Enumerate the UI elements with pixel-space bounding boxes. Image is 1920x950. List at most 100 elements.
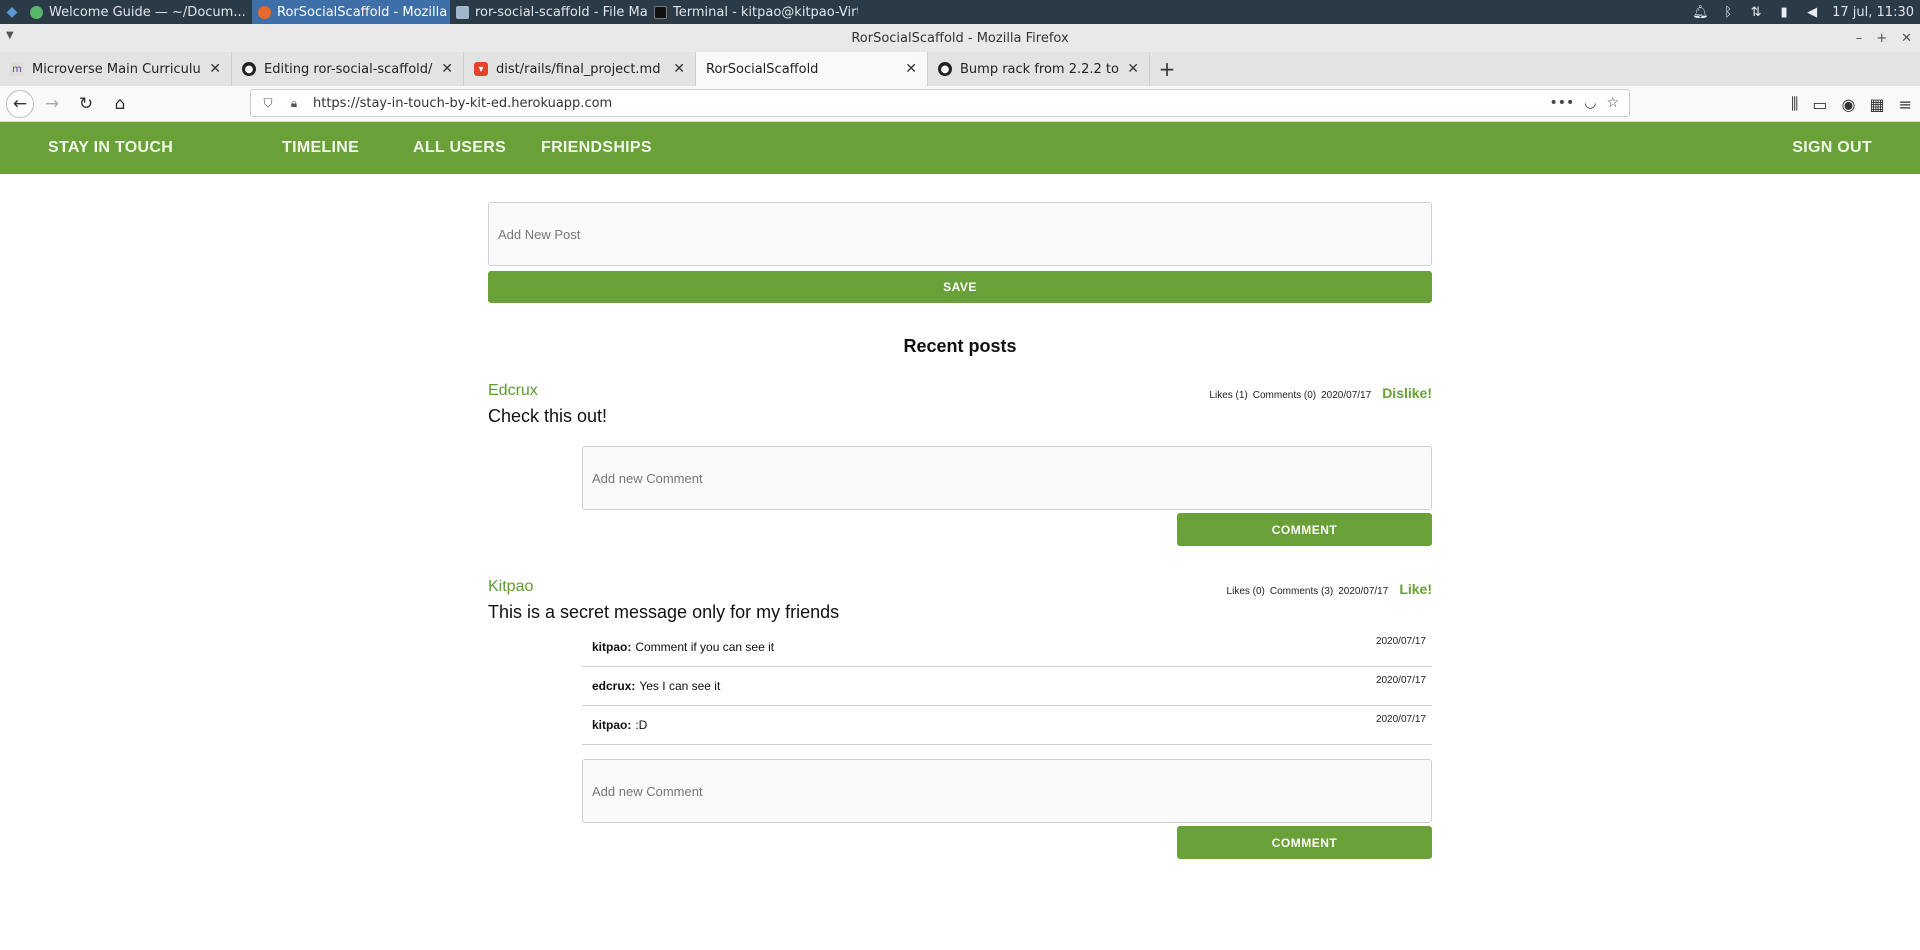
hamburger-menu-icon[interactable]: ≡ <box>1899 95 1912 114</box>
window-titlebar: ▼ RorSocialScaffold - Mozilla Firefox – … <box>0 24 1920 52</box>
comment-row: kitpao: :D 2020/07/17 <box>582 706 1432 745</box>
tab-gitlab[interactable]: ▾ dist/rails/final_project.md · m ✕ <box>464 52 696 86</box>
clock[interactable]: 17 jul, 11:30 <box>1832 5 1914 20</box>
window-menu-icon[interactable]: ▼ <box>6 30 14 41</box>
brand-link[interactable]: STAY IN TOUCH <box>48 139 173 157</box>
network-icon[interactable]: ⇅ <box>1748 5 1764 20</box>
post-author-link[interactable]: Edcrux <box>488 382 538 400</box>
browser-navbar: ← → ↻ ⌂ ⛉ 🔒︎ https://stay-in-touch-by-ki… <box>0 86 1920 122</box>
tab-label: Bump rack from 2.2.2 to 2. <box>960 61 1120 77</box>
post-card: Kitpao Likes (0) Comments (3) 2020/07/17… <box>488 578 1432 878</box>
nav-all-users[interactable]: ALL USERS <box>413 139 506 157</box>
volume-icon[interactable]: ◀︎ <box>1804 5 1820 20</box>
post-meta: Likes (0) Comments (3) 2020/07/17 Like! <box>1227 581 1432 597</box>
terminal-icon <box>654 5 667 19</box>
bluetooth-icon[interactable]: ᛒ <box>1720 5 1736 20</box>
back-arrow-icon[interactable]: ← <box>6 89 34 118</box>
close-tab-icon[interactable]: ✕ <box>673 61 685 77</box>
new-post-input[interactable]: Add New Post <box>488 202 1432 266</box>
likes-count: Likes (1) <box>1209 390 1248 401</box>
comment-button[interactable]: COMMENT <box>1177 513 1432 546</box>
comment-row: edcrux: Yes I can see it 2020/07/17 <box>582 667 1432 706</box>
extensions-icon[interactable]: ▦ <box>1869 95 1884 114</box>
sign-out-link[interactable]: SIGN OUT <box>1792 139 1872 157</box>
gitlab-icon: ▾ <box>474 62 488 76</box>
home-icon[interactable]: ⌂ <box>104 90 136 118</box>
tab-microverse[interactable]: m Microverse Main Curriculum ✕ <box>0 52 232 86</box>
comment-button[interactable]: COMMENT <box>1177 826 1432 859</box>
close-tab-icon[interactable]: ✕ <box>1127 61 1139 77</box>
tab-github-bump-rack[interactable]: ● Bump rack from 2.2.2 to 2. ✕ <box>928 52 1150 86</box>
taskbar-task-firefox[interactable]: RorSocialScaffold - Mozilla Fi... <box>252 0 450 24</box>
taskbar-task-label: ror-social-scaffold - File Man... <box>475 4 648 20</box>
comment-date: 2020/07/17 <box>1375 636 1426 647</box>
library-icon[interactable]: ⫼ <box>1791 94 1798 114</box>
taskbar-task-label: Terminal - kitpao@kitpao-Virt... <box>673 4 858 20</box>
taskbar-task-atom[interactable]: Welcome Guide — ~/Docum... <box>24 0 252 24</box>
system-tray: 🔔︎ ᛒ ⇅ ▮ ◀︎ 17 jul, 11:30 <box>1692 0 1914 24</box>
new-tab-plus-icon[interactable]: + <box>1150 52 1184 86</box>
battery-icon[interactable]: ▮ <box>1776 5 1792 20</box>
comment-text: Comment if you can see it <box>635 640 775 654</box>
start-menu-icon[interactable]: ◆ <box>0 0 24 24</box>
window-title: RorSocialScaffold - Mozilla Firefox <box>851 30 1069 46</box>
recent-posts-heading: Recent posts <box>903 336 1017 356</box>
firefox-icon <box>258 5 271 19</box>
atom-icon <box>30 5 43 19</box>
url-bar[interactable]: ⛉ 🔒︎ https://stay-in-touch-by-kit-ed.her… <box>250 89 1630 117</box>
close-window-icon[interactable]: ✕ <box>1901 31 1912 46</box>
post-card: Edcrux Likes (1) Comments (0) 2020/07/17… <box>488 382 1432 562</box>
tab-label: Editing ror-social-scaffold/RE <box>264 61 434 77</box>
like-button[interactable]: Like! <box>1399 581 1432 597</box>
dislike-button[interactable]: Dislike! <box>1382 385 1432 401</box>
folder-icon <box>456 5 469 19</box>
comment-row: kitpao: Comment if you can see it 2020/0… <box>582 628 1432 667</box>
forward-arrow-icon[interactable]: → <box>36 90 68 118</box>
page-actions-icon[interactable]: ••• <box>1549 95 1574 111</box>
bookmark-star-icon[interactable]: ☆ <box>1606 95 1619 111</box>
microverse-icon: m <box>10 62 24 76</box>
notification-bell-icon[interactable]: 🔔︎ <box>1692 5 1709 20</box>
post-date: 2020/07/17 <box>1321 390 1372 401</box>
tab-rorsocialscaffold[interactable]: RorSocialScaffold ✕ <box>696 52 928 86</box>
pocket-icon[interactable]: ◡ <box>1584 95 1596 111</box>
tab-github-editing[interactable]: ● Editing ror-social-scaffold/RE ✕ <box>232 52 464 86</box>
tab-label: dist/rails/final_project.md · m <box>496 61 665 77</box>
comments-count: Comments (0) <box>1252 390 1317 401</box>
url-text[interactable]: https://stay-in-touch-by-kit-ed.herokuap… <box>313 96 1549 111</box>
os-taskbar: ◆ Welcome Guide — ~/Docum... RorSocialSc… <box>0 0 1920 24</box>
taskbar-task-label: Welcome Guide — ~/Docum... <box>49 4 246 20</box>
reload-icon[interactable]: ↻ <box>70 90 102 118</box>
taskbar-task-label: RorSocialScaffold - Mozilla Fi... <box>277 4 450 20</box>
close-tab-icon[interactable]: ✕ <box>441 61 453 77</box>
comment-input[interactable]: Add new Comment <box>582 759 1432 823</box>
github-icon: ● <box>938 62 952 76</box>
post-body: This is a secret message only for my fri… <box>488 602 840 622</box>
comment-input[interactable]: Add new Comment <box>582 446 1432 510</box>
tab-label: Microverse Main Curriculum <box>32 61 202 77</box>
nav-friendships[interactable]: FRIENDSHIPS <box>541 139 652 157</box>
site-header: STAY IN TOUCH TIMELINE ALL USERS FRIENDS… <box>0 122 1920 174</box>
close-tab-icon[interactable]: ✕ <box>209 61 221 77</box>
maximize-icon[interactable]: + <box>1876 31 1887 46</box>
post-author-link[interactable]: Kitpao <box>488 578 533 596</box>
taskbar-task-file-manager[interactable]: ror-social-scaffold - File Man... <box>450 0 648 24</box>
comment-user: kitpao: <box>592 640 632 654</box>
nav-timeline[interactable]: TIMELINE <box>282 139 359 157</box>
shield-icon[interactable]: ⛉ <box>259 96 277 111</box>
comment-date: 2020/07/17 <box>1375 675 1426 686</box>
close-tab-icon[interactable]: ✕ <box>905 61 917 77</box>
lock-icon[interactable]: 🔒︎ <box>285 96 303 111</box>
tab-label: RorSocialScaffold <box>706 61 819 77</box>
sidebar-icon[interactable]: ▭ <box>1812 95 1827 114</box>
comment-text: Yes I can see it <box>639 679 721 693</box>
taskbar-task-terminal[interactable]: Terminal - kitpao@kitpao-Virt... <box>648 0 858 24</box>
account-icon[interactable]: ◉ <box>1842 95 1856 114</box>
save-button[interactable]: SAVE <box>488 271 1432 303</box>
github-icon: ● <box>242 62 256 76</box>
post-date: 2020/07/17 <box>1338 586 1389 597</box>
minimize-icon[interactable]: – <box>1856 31 1863 46</box>
comment-user: edcrux: <box>592 679 636 693</box>
post-meta: Likes (1) Comments (0) 2020/07/17 Dislik… <box>1209 385 1432 401</box>
likes-count: Likes (0) <box>1226 586 1265 597</box>
